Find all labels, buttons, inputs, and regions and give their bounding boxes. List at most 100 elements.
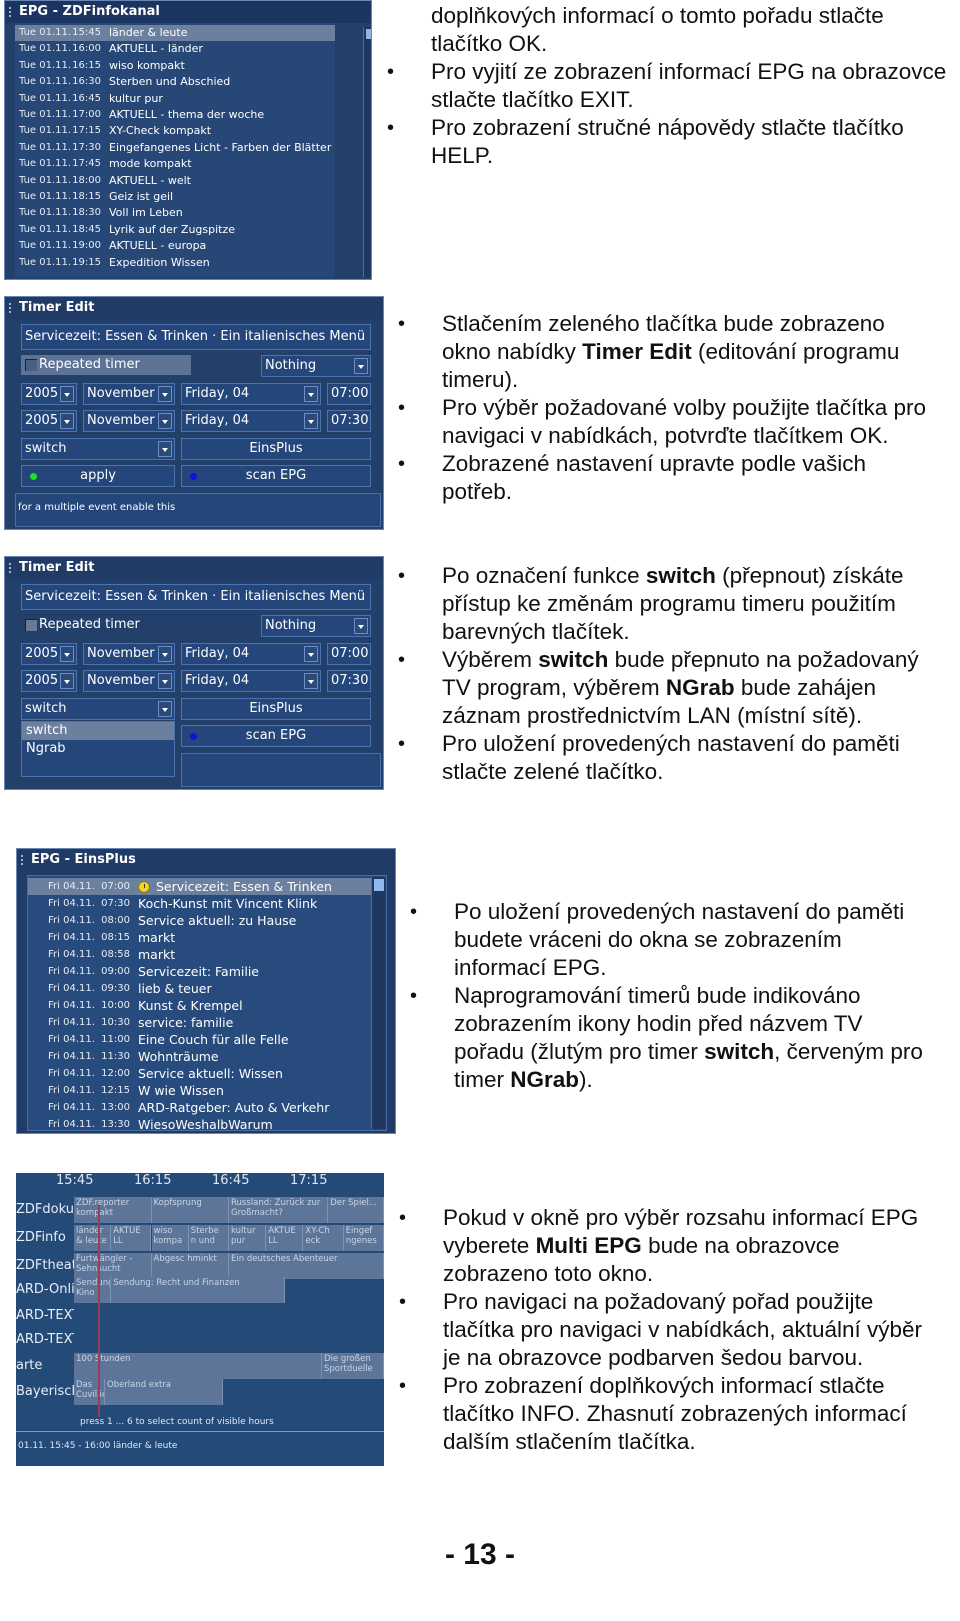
program-cell[interactable]: Furtwängler - Sehnsucht — [74, 1253, 152, 1279]
epg-row[interactable]: Fri 04.11. 12:00 Service aktuell: Wissen — [28, 1065, 386, 1082]
repeat-select[interactable]: Nothing — [261, 355, 371, 377]
channel-label[interactable]: ARD-Online — [16, 1282, 74, 1297]
program-cell[interactable]: 100 Stunden — [74, 1353, 322, 1379]
scroll-thumb[interactable] — [374, 879, 384, 891]
chevron-down-icon[interactable] — [158, 413, 172, 429]
epg-row[interactable]: Tue 01.11. 17:15 XY-Check kompakt — [15, 123, 335, 139]
start-month-select[interactable]: November — [83, 643, 175, 665]
epg-row[interactable]: Tue 01.11. 18:30 Voll im Leben — [15, 205, 335, 221]
epg-row[interactable]: Fri 04.11. 13:30 WiesoWeshalbWarum — [28, 1116, 386, 1133]
end-year-select[interactable]: 2005 — [21, 410, 77, 432]
epg-row[interactable]: Fri 04.11. 11:30 Wohnträume — [28, 1048, 386, 1065]
program-cell[interactable]: Das Cuvilliés — [74, 1379, 105, 1405]
epg-row[interactable]: Fri 04.11. 07:30 Koch-Kunst mit Vincent Kl… — [28, 895, 386, 912]
start-day-select[interactable]: Friday, 04 — [181, 383, 321, 405]
epg-row[interactable]: Tue 01.11. 17:45 mode kompakt — [15, 156, 335, 172]
scroll-thumb[interactable] — [366, 29, 371, 39]
epg-row[interactable]: Fri 04.11. 12:15 W wie Wissen — [28, 1082, 386, 1099]
start-month-select[interactable]: November — [83, 383, 175, 405]
epg-row[interactable]: Fri 04.11. 11:00 Eine Couch für alle Felle — [28, 1031, 386, 1048]
program-cell[interactable]: ZDF.reporter kompakt — [74, 1197, 152, 1223]
epg-row[interactable]: Fri 04.11. 09:00 Servicezeit: Familie — [28, 963, 386, 980]
program-cell[interactable]: wiso kompa — [151, 1225, 189, 1251]
program-cell[interactable]: Die großen Sportduelle — [322, 1353, 384, 1379]
start-year-select[interactable]: 2005 — [21, 383, 77, 405]
channel-label[interactable]: ZDFinfo — [16, 1230, 74, 1245]
channel-button[interactable]: EinsPlus — [181, 698, 371, 720]
epg-row[interactable]: Fri 04.11. 07:00 Servicezeit: Essen & Trin… — [28, 878, 386, 895]
epg-row[interactable]: Tue 01.11. 18:45 Lyrik auf der Zugspitze — [15, 222, 335, 238]
checkbox-box[interactable] — [25, 619, 37, 631]
chevron-down-icon[interactable] — [60, 673, 74, 689]
menu-item-switch[interactable]: switch — [22, 722, 174, 740]
checkbox-box[interactable] — [25, 359, 37, 371]
chevron-down-icon[interactable] — [60, 646, 74, 662]
apply-button[interactable]: apply — [21, 465, 175, 487]
scrollbar[interactable] — [363, 27, 371, 277]
scan-epg-button[interactable]: scan EPG — [181, 465, 371, 487]
action-select[interactable]: switch — [21, 438, 175, 460]
epg-row[interactable]: Tue 01.11. 16:00 AKTUELL - länder — [15, 41, 335, 57]
program-cell[interactable]: Sterbe n und — [188, 1225, 229, 1251]
repeated-timer-checkbox[interactable]: Repeated timer — [21, 355, 191, 375]
chevron-down-icon[interactable] — [158, 673, 172, 689]
program-cell[interactable]: Abgesc hminkt — [151, 1253, 229, 1279]
start-day-select[interactable]: Friday, 04 — [181, 643, 321, 665]
chevron-down-icon[interactable] — [60, 386, 74, 402]
event-title-field[interactable]: Servicezeit: Essen & Trinken · Ein itali… — [21, 324, 371, 350]
program-cell[interactable]: länder & leute — [74, 1225, 112, 1251]
epg-row[interactable]: Fri 04.11. 10:30 service: familie — [28, 1014, 386, 1031]
program-cell[interactable]: kultur pur — [229, 1225, 267, 1251]
epg-row[interactable]: Tue 01.11. 17:00 AKTUELL - thema der woche — [15, 107, 335, 123]
epg-row[interactable]: Fri 04.11. 13:00 ARD-Ratgeber: Auto & Verk… — [28, 1099, 386, 1116]
channel-button[interactable]: EinsPlus — [181, 438, 371, 460]
end-year-select[interactable]: 2005 — [21, 670, 77, 692]
epg-row[interactable]: Fri 04.11. 08:15 markt — [28, 929, 386, 946]
start-time-field[interactable]: 07:00 — [327, 383, 371, 405]
epg-row[interactable]: Tue 01.11. 17:30 Eingefangenes Licht - Far… — [15, 140, 335, 156]
channel-label[interactable]: ARD-TEXT — [16, 1308, 74, 1323]
program-cell[interactable]: Oberland extra — [105, 1379, 223, 1405]
program-cell[interactable]: Der Spiel... — [328, 1197, 384, 1223]
epg-row[interactable]: Tue 01.11. 18:00 AKTUELL - welt — [15, 173, 335, 189]
epg-row[interactable]: Fri 04.11. 08:58 markt — [28, 946, 386, 963]
chevron-down-icon[interactable] — [304, 413, 318, 429]
program-cell[interactable]: Eingef ngenes — [343, 1225, 384, 1251]
end-time-field[interactable]: 07:30 — [327, 670, 371, 692]
end-time-field[interactable]: 07:30 — [327, 410, 371, 432]
channel-label[interactable]: ARD-TEXT — [16, 1332, 74, 1347]
epg-row[interactable]: Tue 01.11. 16:45 kultur pur — [15, 91, 335, 107]
start-year-select[interactable]: 2005 — [21, 643, 77, 665]
epg-row[interactable]: Fri 04.11. 10:00 Kunst & Krempel — [28, 997, 386, 1014]
program-cell[interactable]: AKTUE LL — [111, 1225, 152, 1251]
end-month-select[interactable]: November — [83, 670, 175, 692]
program-cell[interactable]: XY-Ch eck — [303, 1225, 344, 1251]
repeat-select[interactable]: Nothing — [261, 615, 371, 637]
program-cell[interactable]: Ein deutsches Abenteuer — [229, 1253, 384, 1279]
scan-epg-button[interactable]: scan EPG — [181, 725, 371, 747]
scrollbar[interactable] — [371, 877, 386, 1129]
end-day-select[interactable]: Friday, 04 — [181, 670, 321, 692]
repeated-timer-checkbox[interactable]: Repeated timer — [21, 615, 191, 635]
chevron-down-icon[interactable] — [158, 701, 172, 717]
program-cell[interactable]: Sendung: Recht und Finanzen — [111, 1277, 285, 1303]
chevron-down-icon[interactable] — [60, 413, 74, 429]
epg-row[interactable]: Tue 01.11. 18:15 Geiz ist geil — [15, 189, 335, 205]
menu-item-ngrab[interactable]: Ngrab — [22, 740, 174, 758]
chevron-down-icon[interactable] — [158, 386, 172, 402]
program-cell[interactable]: Russland: Zurück zur Großmacht? — [229, 1197, 329, 1223]
chevron-down-icon[interactable] — [158, 646, 172, 662]
epg-row[interactable]: Tue 01.11. 15:45 länder & leute — [15, 25, 335, 42]
program-cell[interactable]: AKTUE LL — [266, 1225, 304, 1251]
epg-row[interactable]: Tue 01.11. 19:15 Expedition Wissen — [15, 255, 335, 271]
chevron-down-icon[interactable] — [158, 441, 172, 457]
chevron-down-icon[interactable] — [354, 358, 368, 374]
chevron-down-icon[interactable] — [304, 673, 318, 689]
epg-row[interactable]: Tue 01.11. 16:15 wiso kompakt — [15, 58, 335, 74]
chevron-down-icon[interactable] — [304, 646, 318, 662]
epg-row[interactable]: Tue 01.11. 19:00 AKTUELL - europa — [15, 238, 335, 254]
epg-row[interactable]: Fri 04.11. 08:00 Service aktuell: zu Hause — [28, 912, 386, 929]
program-cell[interactable]: Sendung Kino — [74, 1277, 112, 1303]
end-day-select[interactable]: Friday, 04 — [181, 410, 321, 432]
program-cell[interactable]: Kopfsprung — [151, 1197, 229, 1223]
